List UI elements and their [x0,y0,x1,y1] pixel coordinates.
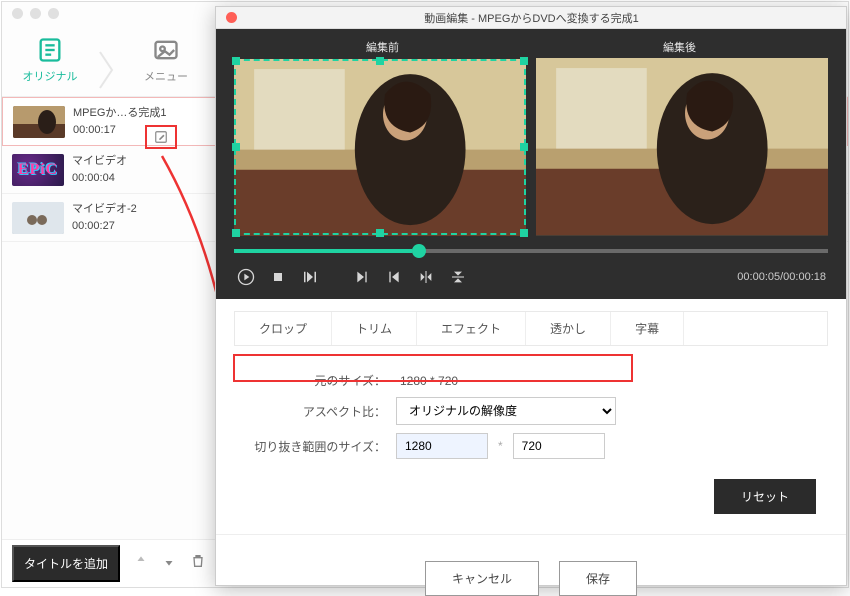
tab-trim[interactable]: トリム [332,312,417,345]
preview-before[interactable] [234,59,526,235]
multiply-icon: * [488,439,513,453]
tab-original[interactable]: オリジナル [2,36,98,84]
trash-icon[interactable] [190,553,206,574]
editor-tabs: クロップ トリム エフェクト 透かし 字幕 [234,311,828,346]
aspect-select[interactable]: オリジナルの解像度 [396,397,616,425]
flip-vertical-icon[interactable] [448,267,468,287]
play-icon[interactable] [236,267,256,287]
tab-menu[interactable]: メニュー [118,36,214,84]
crop-handle[interactable] [232,143,240,151]
clip-title: マイビデオ-2 [72,201,137,218]
crop-width-input[interactable] [396,433,488,459]
clip-title: MPEGか…る完成1 [73,105,167,122]
crop-handle[interactable] [520,57,528,65]
crop-handle[interactable] [520,229,528,237]
preview-after [536,59,828,235]
playback-controls: 00:00:05/00:00:18 [234,257,828,293]
chevron-right-icon [98,50,118,70]
image-icon [118,36,214,64]
tab-effect[interactable]: エフェクト [417,312,526,345]
crop-marquee[interactable] [234,59,526,235]
save-button[interactable]: 保存 [559,561,637,596]
zoom-dot[interactable] [48,8,59,19]
document-icon [2,36,98,64]
reset-button[interactable]: リセット [714,479,816,514]
before-label: 編集前 [234,39,531,59]
tab-crop[interactable]: クロップ [235,312,332,345]
editor-titlebar: 動画編集 - MPEGからDVDへ変換する完成1 [216,7,846,29]
aspect-label: アスペクト比： [246,403,396,420]
arrow-up-icon[interactable] [134,554,148,573]
cancel-button[interactable]: キャンセル [425,561,539,596]
epic-logo: EPiC [18,161,58,179]
tab-subtitle[interactable]: 字幕 [611,312,684,345]
timeline-knob[interactable] [412,244,426,258]
orig-size-value: 1280 * 720 [396,374,458,388]
editor-close-button[interactable] [226,12,237,23]
crop-handle[interactable] [520,143,528,151]
clip-duration: 00:00:27 [72,218,137,235]
close-dot[interactable] [12,8,23,19]
clip-thumb [13,106,65,138]
tab-watermark[interactable]: 透かし [526,312,611,345]
rotate-left-icon[interactable] [352,267,372,287]
pencil-icon [154,130,168,144]
clip-thumb: EPiC [12,154,64,186]
add-title-button[interactable]: タイトルを追加 [12,545,120,582]
crop-handle[interactable] [376,229,384,237]
step-forward-icon[interactable] [300,267,320,287]
timecode: 00:00:05/00:00:18 [737,271,826,283]
clip-duration: 00:00:04 [72,170,127,187]
rotate-right-icon[interactable] [384,267,404,287]
crop-handle[interactable] [232,229,240,237]
crop-height-input[interactable] [513,433,605,459]
after-label: 編集後 [531,39,828,59]
edit-clip-button[interactable] [145,125,177,149]
video-frame [536,58,828,235]
editor-title: 動画編集 - MPEGからDVDへ変換する完成1 [247,10,846,26]
tab-original-label: オリジナル [23,71,78,83]
crop-form: 元のサイズ： 1280 * 720 アスペクト比： オリジナルの解像度 切り抜き… [216,346,846,471]
tab-menu-label: メニュー [144,71,188,83]
clip-title: マイビデオ [72,153,127,170]
flip-horizontal-icon[interactable] [416,267,436,287]
crop-size-label: 切り抜き範囲のサイズ： [246,438,396,455]
arrow-down-icon[interactable] [162,554,176,573]
timeline[interactable] [234,235,828,257]
sidebar-footer: タイトルを追加 [2,539,232,587]
stop-icon[interactable] [268,267,288,287]
min-dot[interactable] [30,8,41,19]
orig-size-label: 元のサイズ： [246,372,396,389]
editor-panel: 動画編集 - MPEGからDVDへ変換する完成1 編集前 編集後 [215,6,847,586]
crop-handle[interactable] [232,57,240,65]
clip-thumb [12,202,64,234]
crop-handle[interactable] [376,57,384,65]
preview-area: 編集前 編集後 [216,29,846,299]
